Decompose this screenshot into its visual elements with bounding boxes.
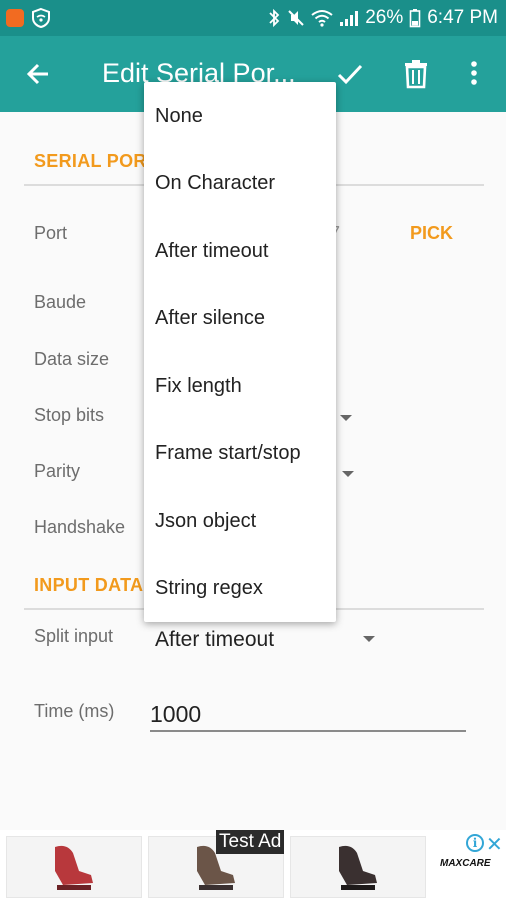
split-input-select[interactable]: After timeout xyxy=(155,628,274,652)
menu-item-json-object[interactable]: Json object xyxy=(155,510,256,533)
pick-button[interactable]: PICK xyxy=(410,223,453,244)
baude-label: Baude xyxy=(34,292,87,312)
menu-item-fix-length[interactable]: Fix length xyxy=(155,375,242,398)
menu-item-none[interactable]: None xyxy=(155,105,203,128)
stop-bits-dropdown-icon[interactable] xyxy=(340,415,352,421)
battery-percent: 26% xyxy=(365,7,404,28)
wifi-icon xyxy=(311,10,333,27)
parity-dropdown-icon[interactable] xyxy=(342,471,354,477)
clock: 6:47 PM xyxy=(427,7,498,28)
back-arrow-icon[interactable] xyxy=(22,58,54,90)
massage-chair-image xyxy=(339,845,377,890)
menu-item-string-regex[interactable]: String regex xyxy=(155,577,263,600)
bluetooth-icon xyxy=(269,8,280,28)
ad-banner[interactable]: Test Ad i ✕ MAXCARE xyxy=(0,830,506,900)
data-size-label: Data size xyxy=(34,349,110,369)
ad-brand-logo: MAXCARE xyxy=(440,858,491,869)
app-icon xyxy=(6,9,24,27)
shield-icon xyxy=(32,7,50,29)
mute-icon xyxy=(288,10,304,26)
massage-chair-image xyxy=(55,845,93,890)
split-input-dropdown-icon[interactable] xyxy=(363,636,375,642)
ad-product-card[interactable] xyxy=(6,836,142,898)
stop-bits-label: Stop bits xyxy=(34,405,105,425)
section-serial-port: SERIAL POR xyxy=(34,151,147,171)
ad-choices-icon[interactable]: i xyxy=(466,834,484,852)
handshake-label: Handshake xyxy=(34,517,126,537)
status-bar: 26% 6:47 PM xyxy=(0,0,506,36)
signal-icon xyxy=(340,11,359,26)
ad-close-icon[interactable]: ✕ xyxy=(486,832,503,857)
menu-item-frame-start-stop[interactable]: Frame start/stop xyxy=(155,442,301,465)
parity-label: Parity xyxy=(34,461,81,481)
ad-product-card[interactable] xyxy=(290,836,426,898)
menu-item-after-silence[interactable]: After silence xyxy=(155,307,265,330)
section-input-data: INPUT DATA xyxy=(34,575,144,595)
delete-icon[interactable] xyxy=(402,58,430,90)
battery-icon xyxy=(409,9,421,28)
menu-item-on-character[interactable]: On Character xyxy=(155,172,275,195)
split-input-menu: None On Character After timeout After si… xyxy=(144,82,336,622)
port-label: Port xyxy=(34,223,68,243)
time-label: Time (ms) xyxy=(34,701,115,721)
split-input-label: Split input xyxy=(34,626,114,646)
more-vert-icon[interactable] xyxy=(462,58,486,90)
menu-item-after-timeout[interactable]: After timeout xyxy=(155,240,268,263)
check-icon[interactable] xyxy=(334,58,366,90)
test-ad-label: Test Ad xyxy=(216,830,285,854)
time-input[interactable] xyxy=(150,698,466,732)
